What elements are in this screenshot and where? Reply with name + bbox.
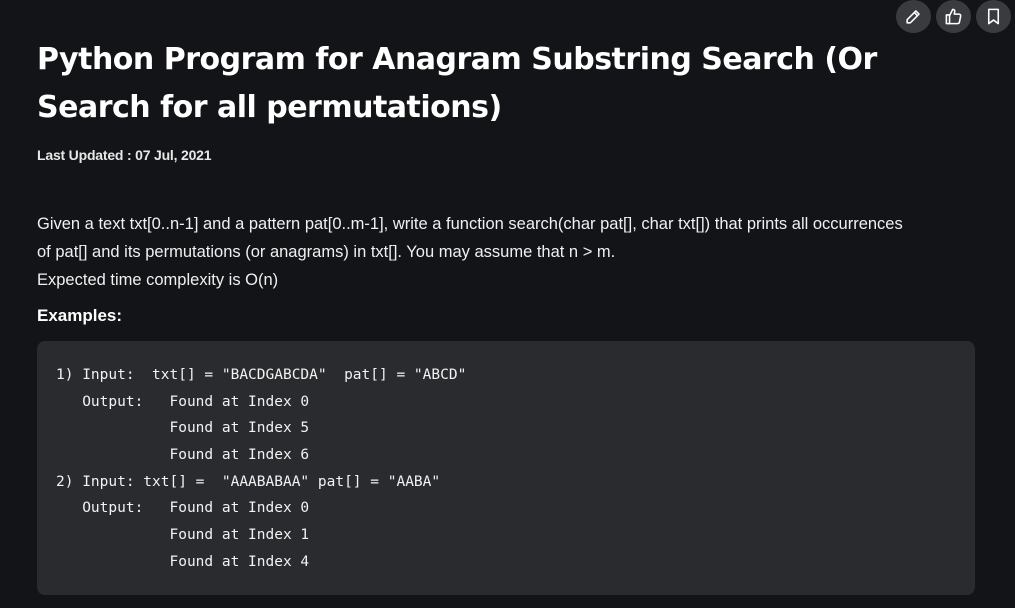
bookmark-icon [987,8,1000,25]
code-line: 1) Input: txt[] = "BACDGABCDA" pat[] = "… [56,367,467,383]
problem-statement: Given a text txt[0..n-1] and a pattern p… [37,210,987,294]
pencil-icon [906,10,920,24]
code-line: Found at Index 6 [56,447,310,464]
last-updated: Last Updated : 07 Jul, 2021 [37,147,212,163]
article-toolbar [896,0,1011,33]
code-line: Output: Found at Index 0 [56,393,310,410]
like-button[interactable] [936,0,971,33]
paragraph-line: of pat[] and its permutations (or anagra… [37,243,616,261]
code-line: Found at Index 4 [56,553,310,570]
thumbs-up-icon [945,8,962,25]
article-title: Python Program for Anagram Substring Sea… [37,42,877,125]
paragraph-line: Given a text txt[0..n-1] and a pattern p… [37,215,903,233]
code-block: 1) Input: txt[] = "BACDGABCDA" pat[] = "… [37,341,975,595]
bookmark-button[interactable] [976,0,1011,33]
code-line: Output: Found at Index 0 [56,500,310,517]
examples-heading: Examples: [37,306,123,325]
paragraph-line: Expected time complexity is O(n) [37,271,279,289]
code-line: Found at Index 1 [56,527,310,544]
code-line: Found at Index 5 [56,420,310,437]
edit-button[interactable] [896,0,931,33]
code-line: 2) Input: txt[] = "AAABABAA" pat[] = "AA… [56,473,441,490]
